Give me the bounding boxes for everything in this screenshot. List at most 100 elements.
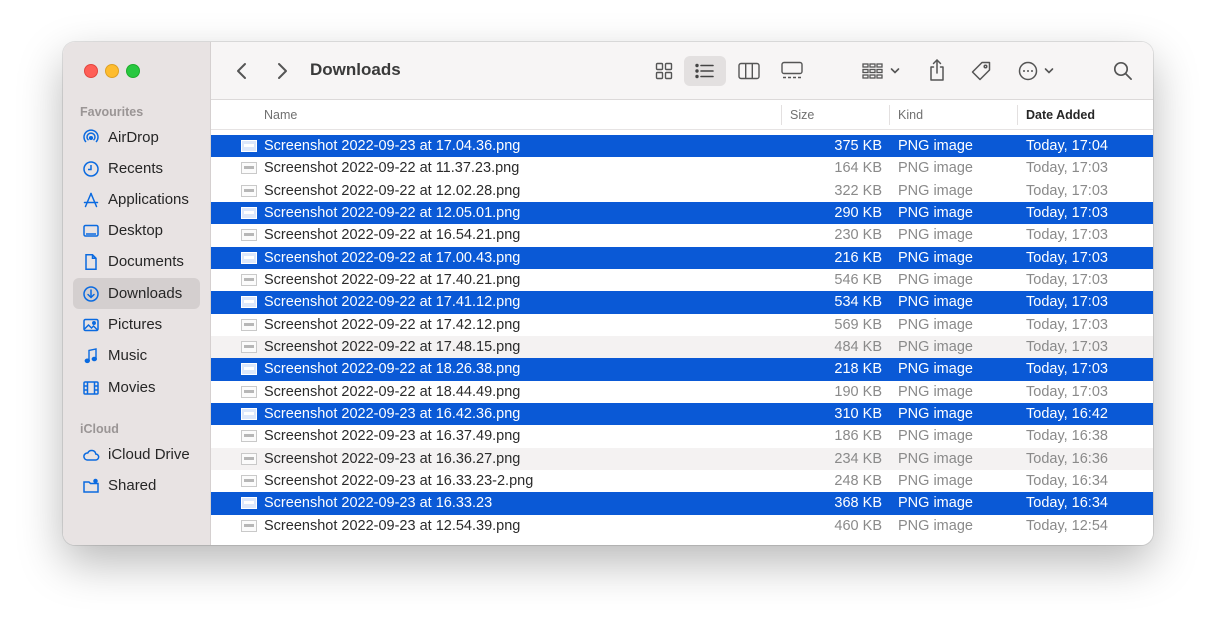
file-date-added: Today, 17:03 (1026, 316, 1108, 333)
back-button[interactable] (231, 59, 253, 83)
file-row[interactable]: Screenshot 2022-09-23 at 12.54.39.png 460… (211, 515, 1153, 537)
group-icon (862, 63, 883, 79)
sidebar-item-movies[interactable]: Movies (73, 372, 200, 403)
document-icon (82, 253, 100, 271)
image-file-icon (241, 206, 257, 219)
file-kind: PNG image (898, 383, 973, 400)
tag-button[interactable] (966, 56, 996, 86)
icon-view-button[interactable] (650, 57, 678, 85)
file-size: 190 KB (834, 383, 882, 400)
sidebar-item-shared[interactable]: Shared (73, 470, 200, 501)
file-row[interactable]: Screenshot 2022-09-22 at 16.54.21.png 230… (211, 224, 1153, 246)
file-size: 375 KB (834, 138, 882, 154)
file-row[interactable]: Screenshot 2022-09-22 at 11.37.23.png 164… (211, 157, 1153, 179)
file-row[interactable]: Screenshot 2022-09-22 at 17.42.12.png 569… (211, 314, 1153, 336)
group-button[interactable] (859, 57, 903, 85)
file-row[interactable]: Screenshot 2022-09-22 at 18.44.49.png 190… (211, 381, 1153, 403)
more-actions-button[interactable] (1014, 57, 1058, 85)
file-name: Screenshot 2022-09-23 at 16.42.36.png (264, 405, 521, 422)
music-note-icon (82, 347, 100, 365)
column-view-icon (738, 62, 760, 80)
applications-icon (82, 191, 100, 209)
file-row[interactable]: Screenshot 2022-09-23 at 16.37.49.png 186… (211, 425, 1153, 447)
file-kind: PNG image (898, 361, 973, 378)
download-icon (82, 285, 100, 303)
file-row[interactable]: Screenshot 2022-09-23 at 16.42.36.png 310… (211, 402, 1153, 426)
file-size: 534 KB (834, 294, 882, 311)
file-row[interactable]: Screenshot 2022-09-22 at 17.40.21.png 546… (211, 269, 1153, 291)
close-button[interactable] (84, 64, 98, 78)
sidebar-item-documents[interactable]: Documents (73, 246, 200, 277)
image-file-icon (241, 140, 257, 152)
file-row[interactable]: Screenshot 2022-09-22 at 17.41.12.png 534… (211, 291, 1153, 314)
image-file-icon (241, 340, 257, 353)
sidebar-item-label: Shared (108, 477, 157, 494)
search-button[interactable] (1109, 57, 1137, 85)
zoom-button[interactable] (126, 64, 140, 78)
desktop-icon (82, 222, 100, 240)
gallery-view-button[interactable] (777, 57, 807, 85)
file-row[interactable]: Screenshot 2022-09-23 at 16.33.23-2.png 2… (211, 470, 1153, 492)
file-name: Screenshot 2022-09-23 at 16.37.49.png (264, 428, 521, 445)
cloud-icon (82, 446, 100, 464)
list-view-button[interactable] (684, 56, 726, 86)
file-size: 218 KB (834, 361, 882, 378)
sidebar-item-desktop[interactable]: Desktop (73, 215, 200, 246)
sidebar-item-airdrop[interactable]: AirDrop (73, 122, 200, 153)
file-size: 322 KB (834, 182, 882, 199)
sidebar-item-label: Documents (108, 253, 184, 270)
icon-view-icon (655, 62, 673, 80)
file-row[interactable]: Screenshot 2022-09-22 at 18.26.38.png 218… (211, 358, 1153, 381)
column-date-added-header[interactable]: Date Added (1026, 100, 1095, 130)
file-date-added: Today, 16:36 (1026, 450, 1108, 467)
file-row[interactable]: Screenshot 2022-09-22 at 12.02.28.png 322… (211, 180, 1153, 202)
file-name: Screenshot 2022-09-23 at 16.33.23-2.png (264, 472, 534, 489)
sidebar-item-pictures[interactable]: Pictures (73, 309, 200, 340)
file-size: 546 KB (834, 271, 882, 288)
column-header: Name Size Kind Date Added (211, 100, 1153, 130)
column-name-header[interactable]: Name (264, 100, 297, 130)
share-icon (930, 59, 944, 81)
file-row[interactable]: Screenshot 2022-09-23 at 16.36.27.png 234… (211, 447, 1153, 470)
sidebar-item-applications[interactable]: Applications (73, 184, 200, 215)
file-name: Screenshot 2022-09-22 at 18.26.38.png (264, 361, 521, 378)
minimize-button[interactable] (105, 64, 119, 78)
column-kind-header[interactable]: Kind (898, 100, 923, 130)
file-row[interactable]: Screenshot 2022-09-22 at 17.00.43.png 216… (211, 246, 1153, 269)
file-row[interactable]: Screenshot 2022-09-22 at 12.05.01.png 290… (211, 201, 1153, 225)
column-size-header[interactable]: Size (790, 100, 814, 130)
main-pane: Downloads Name Size Kind Date Added Scre… (211, 42, 1153, 545)
column-view-button[interactable] (735, 57, 763, 85)
sidebar-item-music[interactable]: Music (73, 340, 200, 371)
image-file-icon (241, 407, 257, 420)
file-row[interactable]: Screenshot 2022-09-23 at 16.33.23 368 KB P… (211, 492, 1153, 515)
file-name: Screenshot 2022-09-22 at 16.54.21.png (264, 227, 521, 244)
sidebar-item-label: Applications (108, 191, 189, 208)
file-name: Screenshot 2022-09-23 at 17.04.36.png (264, 138, 521, 154)
image-file-icon (241, 184, 257, 197)
sidebar-item-icloud-drive[interactable]: iCloud Drive (73, 439, 200, 470)
image-file-icon (241, 519, 257, 532)
sidebar-item-label: Recents (108, 160, 164, 177)
sidebar-item-recents[interactable]: Recents (73, 153, 200, 184)
image-file-icon (241, 385, 257, 398)
file-row[interactable]: Screenshot 2022-09-22 at 17.48.15.png 484… (211, 335, 1153, 359)
file-date-added: Today, 17:03 (1026, 361, 1108, 378)
file-row[interactable]: Screenshot 2022-09-23 at 17.04.36.png 375… (211, 135, 1153, 158)
share-button[interactable] (923, 55, 951, 85)
sidebar-item-downloads[interactable]: Downloads (73, 278, 200, 309)
column-divider (889, 105, 890, 125)
search-icon (1113, 61, 1132, 80)
finder-window: Favourites AirDrop Recents Applications … (63, 42, 1153, 545)
file-kind: PNG image (898, 428, 973, 445)
sidebar-item-label: Pictures (108, 316, 163, 333)
file-kind: PNG image (898, 204, 973, 221)
file-kind: PNG image (898, 472, 973, 489)
list-view-icon (695, 63, 714, 79)
sidebar-item-label: Desktop (108, 222, 164, 239)
image-file-icon (241, 296, 257, 309)
file-kind: PNG image (898, 517, 973, 534)
file-kind: PNG image (898, 405, 973, 422)
file-kind: PNG image (898, 450, 973, 467)
forward-button[interactable] (271, 59, 293, 83)
